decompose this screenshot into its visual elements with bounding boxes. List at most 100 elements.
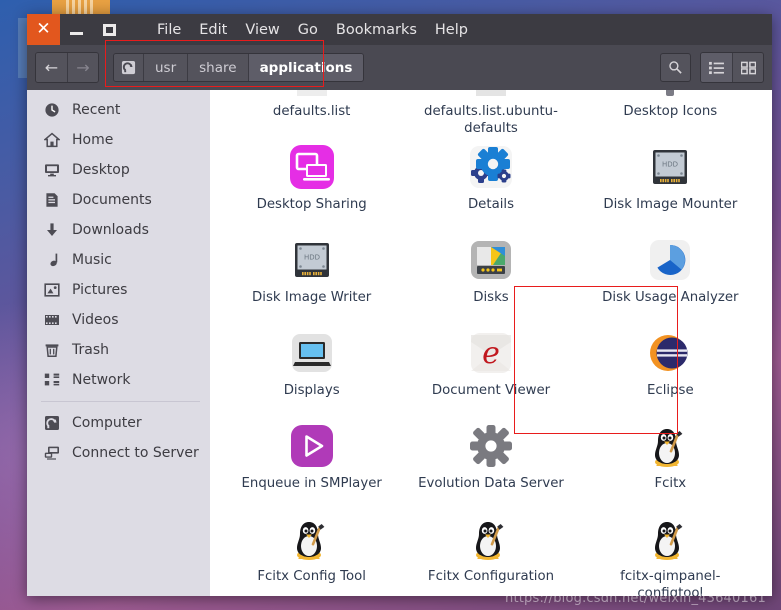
gear-gray-icon bbox=[467, 422, 515, 470]
grid-view-icon bbox=[740, 61, 756, 74]
sidebar-item-home[interactable]: Home bbox=[27, 125, 210, 155]
file-label: Disk Usage Analyzer bbox=[602, 290, 739, 305]
file-label: Evolution Data Server bbox=[418, 476, 564, 491]
file-item-evolution-data-server[interactable]: Evolution Data Server bbox=[401, 418, 580, 511]
sidebar-label: Recent bbox=[72, 102, 121, 118]
file-item-eclipse[interactable]: Eclipse bbox=[581, 325, 760, 418]
file-label: Fcitx Configuration bbox=[427, 569, 555, 584]
sidebar-label: Computer bbox=[72, 415, 142, 431]
menu-file[interactable]: File bbox=[148, 19, 190, 41]
navigation-buttons: ← → bbox=[35, 52, 99, 83]
icon-grid: defaults.list defaults.list.ubuntu-defau… bbox=[210, 90, 772, 596]
file-item-displays[interactable]: Displays bbox=[222, 325, 401, 418]
breadcrumb-usr[interactable]: usr bbox=[143, 54, 188, 81]
sidebar-label: Videos bbox=[72, 312, 119, 328]
file-label: Enqueue in SMPlayer bbox=[241, 476, 382, 491]
sidebar-item-trash[interactable]: Trash bbox=[27, 335, 210, 365]
sidebar-item-connect-to-server[interactable]: Connect to Server bbox=[27, 438, 210, 468]
sidebar-label: Network bbox=[72, 372, 131, 388]
toolbar-right-group bbox=[660, 52, 764, 83]
sidebar-label: Downloads bbox=[72, 222, 149, 238]
forward-button[interactable]: → bbox=[67, 53, 98, 82]
menu-bookmarks[interactable]: Bookmarks bbox=[327, 19, 426, 41]
sidebar-item-videos[interactable]: Videos bbox=[27, 305, 210, 335]
file-item-fcitx-qimpanel-configtool[interactable]: fcitx-qimpanel-configtool bbox=[581, 511, 760, 596]
file-item-desktop-sharing[interactable]: Desktop Sharing bbox=[222, 139, 401, 232]
window-controls: ✕ bbox=[27, 14, 126, 45]
home-icon bbox=[43, 132, 60, 149]
sidebar-label: Music bbox=[72, 252, 112, 268]
file-item-disk-image-mounter[interactable]: HDD Disk Image Mounter bbox=[581, 139, 760, 232]
window-menubar: ✕ File Edit View Go Bookmarks Help bbox=[27, 14, 772, 45]
close-window-button[interactable]: ✕ bbox=[27, 14, 60, 45]
breadcrumb-computer[interactable] bbox=[114, 54, 143, 81]
sidebar-item-desktop[interactable]: Desktop bbox=[27, 155, 210, 185]
menu-view[interactable]: View bbox=[236, 19, 288, 41]
minimize-window-button[interactable] bbox=[60, 14, 93, 45]
sidebar-item-computer[interactable]: Computer bbox=[27, 408, 210, 438]
penguin-icon bbox=[646, 515, 694, 563]
trash-icon bbox=[43, 342, 60, 359]
sidebar-label: Connect to Server bbox=[72, 445, 199, 461]
videos-icon bbox=[43, 312, 60, 329]
sidebar-item-documents[interactable]: Documents bbox=[27, 185, 210, 215]
minimize-icon bbox=[70, 32, 83, 35]
file-item-fcitx-config-tool[interactable]: Fcitx Config Tool bbox=[222, 511, 401, 596]
window-toolbar: ← → usr share applications bbox=[27, 45, 772, 90]
text-file-icon bbox=[288, 90, 336, 98]
file-item-disks[interactable]: Disks bbox=[401, 232, 580, 325]
penguin-icon bbox=[467, 515, 515, 563]
file-item-fcitx-configuration[interactable]: Fcitx Configuration bbox=[401, 511, 580, 596]
file-label: Eclipse bbox=[646, 383, 694, 398]
back-button[interactable]: ← bbox=[36, 53, 67, 82]
file-item-disk-image-writer[interactable]: HDD Disk Image Writer bbox=[222, 232, 401, 325]
svg-text:HDD: HDD bbox=[304, 254, 320, 262]
hdd-icon: HDD bbox=[288, 236, 336, 284]
file-item-enqueue-in-smplayer[interactable]: Enqueue in SMPlayer bbox=[222, 418, 401, 511]
menu-go[interactable]: Go bbox=[289, 19, 327, 41]
file-item-disk-usage-analyzer[interactable]: Disk Usage Analyzer bbox=[581, 232, 760, 325]
file-list-area[interactable]: defaults.list defaults.list.ubuntu-defau… bbox=[210, 90, 772, 596]
file-label: Disk Image Mounter bbox=[603, 197, 738, 212]
menu-help[interactable]: Help bbox=[426, 19, 477, 41]
sidebar-item-network[interactable]: Network bbox=[27, 365, 210, 395]
file-label: Desktop Icons bbox=[623, 104, 718, 119]
sidebar-item-pictures[interactable]: Pictures bbox=[27, 275, 210, 305]
search-button[interactable] bbox=[660, 53, 691, 82]
sidebar-label: Desktop bbox=[72, 162, 130, 178]
file-item-document-viewer[interactable]: e Document Viewer bbox=[401, 325, 580, 418]
pictures-icon bbox=[43, 282, 60, 299]
file-label: Fcitx Config Tool bbox=[257, 569, 366, 584]
file-item-fcitx[interactable]: Fcitx bbox=[581, 418, 760, 511]
details-gears-icon bbox=[467, 143, 515, 191]
laptop-icon bbox=[288, 329, 336, 377]
svg-text:e: e bbox=[482, 336, 500, 371]
watermark-text: https://blog.csdn.net/weixin_43640161 bbox=[505, 591, 766, 606]
computer-icon bbox=[121, 60, 136, 75]
sidebar-item-recent[interactable]: Recent bbox=[27, 95, 210, 125]
maximize-icon bbox=[103, 23, 116, 36]
breadcrumb-share[interactable]: share bbox=[187, 54, 248, 81]
desktop-icon bbox=[43, 162, 60, 179]
menu-edit[interactable]: Edit bbox=[190, 19, 236, 41]
list-view-button[interactable] bbox=[701, 53, 732, 82]
file-label: Desktop Sharing bbox=[256, 197, 367, 212]
sidebar-item-downloads[interactable]: Downloads bbox=[27, 215, 210, 245]
menu-items: File Edit View Go Bookmarks Help bbox=[148, 19, 477, 41]
places-sidebar: Recent Home Desktop Documents Downloads … bbox=[27, 90, 210, 596]
file-label: Document Viewer bbox=[431, 383, 551, 398]
file-item-desktop-icons[interactable]: Desktop Icons bbox=[581, 90, 760, 139]
grid-view-button[interactable] bbox=[732, 53, 763, 82]
sidebar-item-music[interactable]: Music bbox=[27, 245, 210, 275]
maximize-window-button[interactable] bbox=[93, 14, 126, 45]
file-item-details[interactable]: Details bbox=[401, 139, 580, 232]
file-item-defaults-list[interactable]: defaults.list bbox=[222, 90, 401, 139]
file-item-defaults-list-ubuntu-defaults[interactable]: defaults.list.ubuntu-defaults bbox=[401, 90, 580, 139]
file-label: Disk Image Writer bbox=[252, 290, 372, 305]
music-note-icon bbox=[43, 252, 60, 269]
penguin-icon bbox=[288, 515, 336, 563]
network-icon bbox=[43, 372, 60, 389]
gear-dark-icon bbox=[646, 90, 694, 98]
close-icon: ✕ bbox=[36, 19, 51, 39]
breadcrumb-applications[interactable]: applications bbox=[247, 54, 364, 81]
